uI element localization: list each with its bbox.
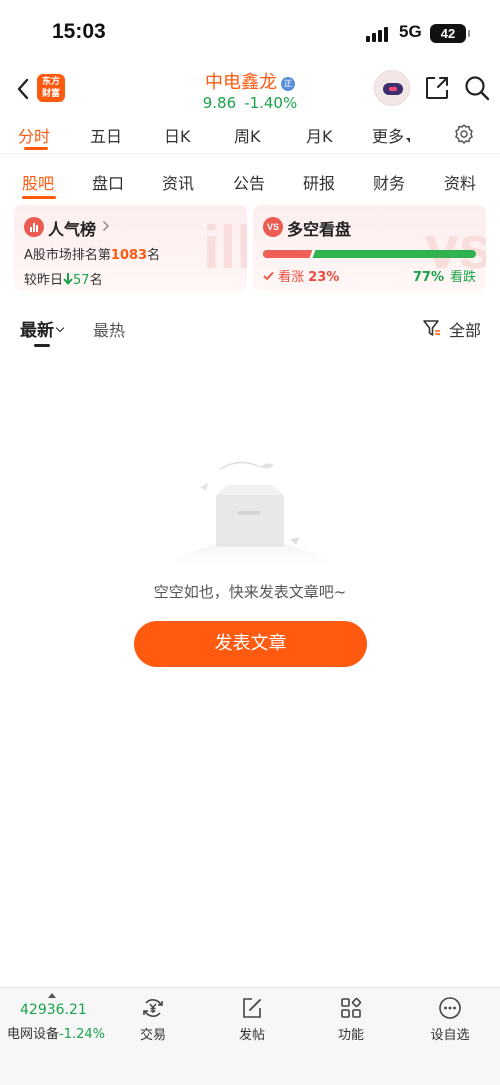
tab-research[interactable]: 研报 (303, 170, 335, 194)
bear-label: 77% 看跌 (412, 270, 476, 285)
network-type: 5G (399, 22, 422, 41)
stock-price: 9.86 (202, 94, 237, 112)
sentiment-title: 多空看盘 (287, 220, 352, 239)
bar-chart-icon (24, 217, 44, 237)
more-icon (439, 997, 461, 1019)
index-value: 42936.21 (20, 1002, 87, 1018)
post-article-button[interactable]: 发表文章 (134, 621, 367, 667)
index-name-change: 电网设备-1.24% (7, 1027, 106, 1042)
expand-up-icon (48, 993, 56, 998)
rank-change: 较昨日 57名 (24, 273, 103, 288)
info-tab-indicator (22, 196, 56, 199)
sort-row: 最新 最热 全部 (0, 310, 500, 350)
stock-name[interactable]: 中电鑫龙 (205, 72, 277, 93)
check-icon (263, 271, 274, 281)
tab-profile[interactable]: 资料 (444, 170, 476, 194)
vs-icon: VS (263, 217, 283, 237)
signal-icon (366, 26, 392, 42)
post-icon (243, 998, 261, 1018)
avatar[interactable] (374, 70, 410, 106)
tab-news[interactable]: 资讯 (162, 170, 194, 194)
bull-pct: 23% (308, 270, 340, 285)
nav-add-watchlist[interactable]: 设自选 (415, 996, 485, 1052)
stock-tag-badge: 正 (281, 77, 295, 91)
arrow-down-icon (63, 273, 73, 286)
card-background-decoration: ill (202, 214, 247, 281)
status-bar: 15:03 5G 42 (0, 0, 500, 64)
tab-announcements[interactable]: 公告 (233, 170, 265, 194)
status-time: 15:03 (52, 20, 106, 43)
popularity-card[interactable]: ill 人气榜 A股市场排名第1083名 较昨日 57名 (14, 205, 247, 291)
bottom-bar: 42936.21 电网设备-1.24% 交易 发帖 功能 设自选 (0, 987, 500, 1085)
sort-indicator (34, 344, 50, 347)
tab-finance[interactable]: 财务 (373, 170, 405, 194)
bear-pct: 77% (412, 270, 444, 285)
tab-month-k[interactable]: 月K (306, 123, 333, 147)
filter-icon[interactable] (422, 318, 442, 338)
bull-label: 看涨 23% (263, 266, 339, 285)
tab-week-k[interactable]: 周K (234, 123, 261, 147)
more-caret-icon (406, 138, 411, 143)
sentiment-bar (263, 250, 476, 258)
trade-icon (143, 999, 163, 1017)
tab-day-k[interactable]: 日K (164, 123, 191, 147)
tab-pankou[interactable]: 盘口 (92, 170, 124, 194)
empty-message: 空空如也，快来发表文章吧~ (153, 583, 347, 601)
nav-post[interactable]: 发帖 (217, 996, 287, 1052)
search-icon[interactable] (464, 75, 490, 101)
sector-index[interactable]: 42936.21 电网设备-1.24% (0, 988, 110, 1048)
rank-value: 1083 (110, 248, 148, 263)
popularity-title: 人气榜 (48, 220, 97, 239)
stock-header: 东方 财富 中电鑫龙正 9.86 -1.40% (0, 64, 500, 114)
info-tabs: 股吧 盘口 资讯 公告 研报 财务 资料 (0, 160, 500, 200)
share-icon[interactable] (424, 75, 450, 101)
period-tabs: 分时 五日 日K 周K 月K 更多 (0, 114, 500, 154)
tab-five-day[interactable]: 五日 (90, 123, 122, 147)
sort-hot[interactable]: 最热 (93, 317, 125, 341)
chevron-right-icon (103, 221, 109, 231)
empty-box-illustration (165, 461, 335, 565)
sentiment-card[interactable]: vs VS 多空看盘 看涨 23% 77% 看跌 (253, 205, 486, 291)
stock-change-pct: -1.40% (244, 94, 298, 112)
tab-guba[interactable]: 股吧 (22, 170, 54, 194)
tab-fenshi[interactable]: 分时 (18, 123, 50, 147)
sort-latest[interactable]: 最新 (20, 316, 65, 341)
bull-fill (263, 250, 312, 258)
popularity-rank: A股市场排名第1083名 (24, 248, 161, 263)
nav-trade[interactable]: 交易 (118, 996, 188, 1052)
tab-more[interactable]: 更多 (372, 123, 411, 147)
chevron-down-icon (55, 323, 65, 333)
filter-all[interactable]: 全部 (449, 317, 481, 341)
apps-icon (341, 997, 362, 1018)
period-tab-indicator (24, 147, 48, 150)
nav-functions[interactable]: 功能 (316, 996, 386, 1052)
battery-icon: 42 (430, 24, 470, 43)
gear-icon[interactable] (453, 123, 475, 145)
